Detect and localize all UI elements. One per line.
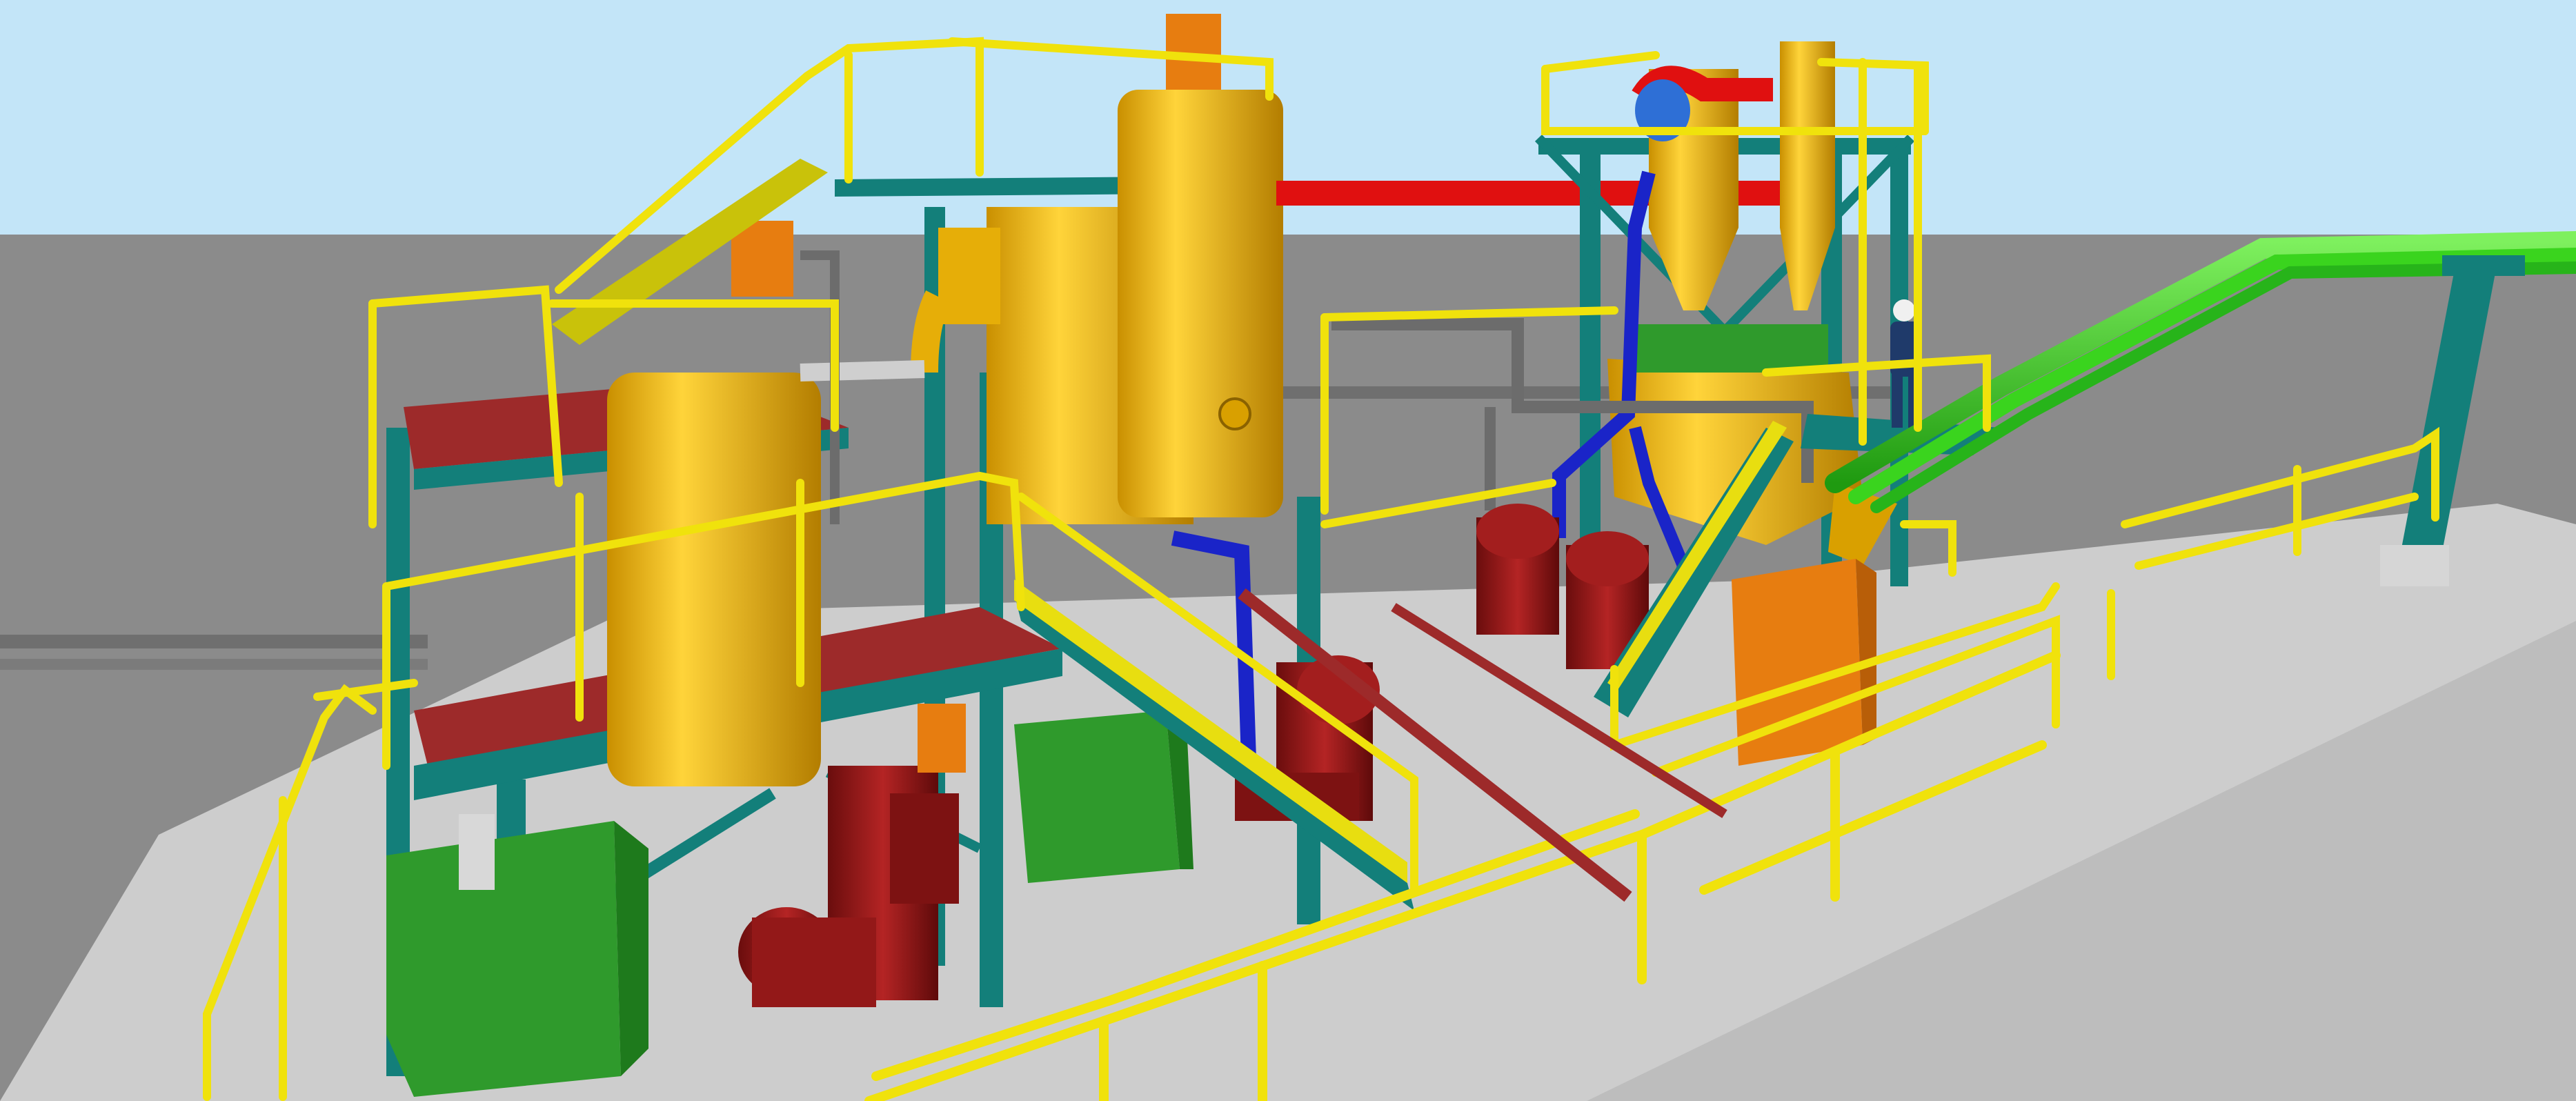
grey-pipe [800,360,925,381]
green-hopper [1014,711,1180,883]
manhole-nozzle [1218,397,1251,430]
grey-chute [459,814,495,890]
column-footing [2380,545,2449,586]
small-side-vessel [938,228,1000,324]
red-pipe [1276,181,1821,206]
tall-vessel-top [1118,90,1283,517]
short-vessel [607,373,821,786]
pump-assembly [1476,504,1559,635]
green-hopper [386,821,621,1097]
plant-scene [0,0,2576,1101]
green-plate [1628,324,1828,373]
orange-box [918,704,966,773]
pipe-support-beam [2442,255,2525,276]
elbow-pipe [911,290,951,373]
